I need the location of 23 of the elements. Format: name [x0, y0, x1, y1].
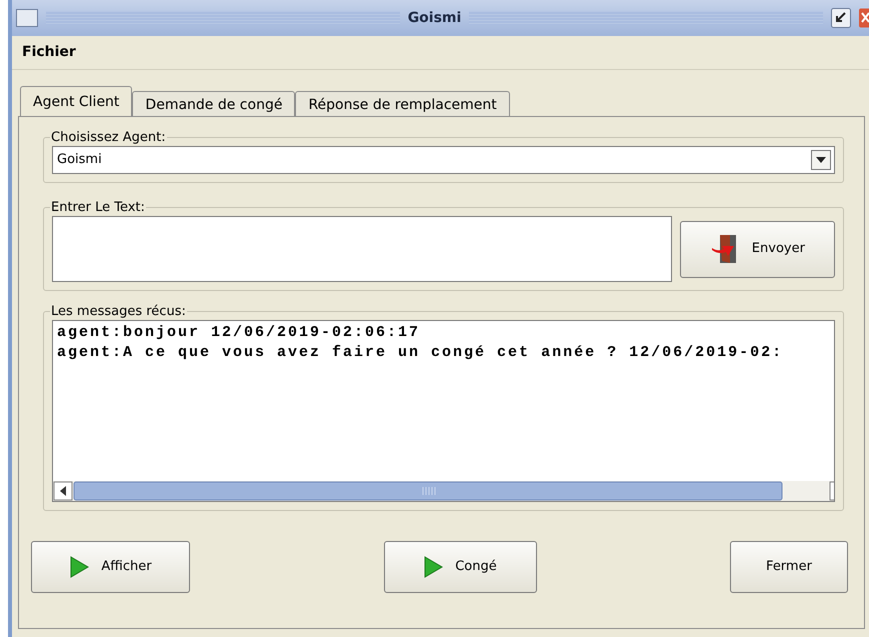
minimize-icon[interactable]	[831, 8, 852, 28]
horizontal-scrollbar[interactable]	[53, 481, 834, 501]
text-input-field[interactable]	[52, 216, 672, 282]
window-title: Goismi	[408, 8, 462, 28]
window-icon[interactable]	[16, 9, 38, 27]
send-button[interactable]: Envoyer	[680, 220, 835, 278]
message-line: agent:bonjour 12/06/2019-02:06:17	[57, 323, 422, 343]
play-icon	[423, 556, 444, 578]
dropdown-arrow-icon	[816, 157, 826, 163]
action-button[interactable]: Congé	[384, 541, 536, 593]
tab[interactable]: Agent Client	[20, 86, 132, 116]
agent-dropdown[interactable]: Goismi	[52, 146, 835, 174]
group-label: Les messages récus:	[50, 305, 187, 318]
action-button[interactable]: Afficher	[31, 541, 190, 593]
close-icon[interactable]	[859, 8, 869, 28]
action-button[interactable]: Fermer	[730, 541, 848, 593]
menu-item[interactable]: Fichier	[22, 42, 76, 63]
tab[interactable]: Demande de congé	[132, 91, 296, 116]
group-label: Choisissez Agent:	[50, 131, 167, 144]
play-icon	[69, 556, 90, 578]
group-label: Entrer Le Text:	[50, 201, 146, 214]
message-line: agent:A ce que vous avez faire un congé cet année ? 12/06/2019-02:	[57, 343, 784, 363]
tab[interactable]: Réponse de remplacement	[295, 91, 510, 116]
